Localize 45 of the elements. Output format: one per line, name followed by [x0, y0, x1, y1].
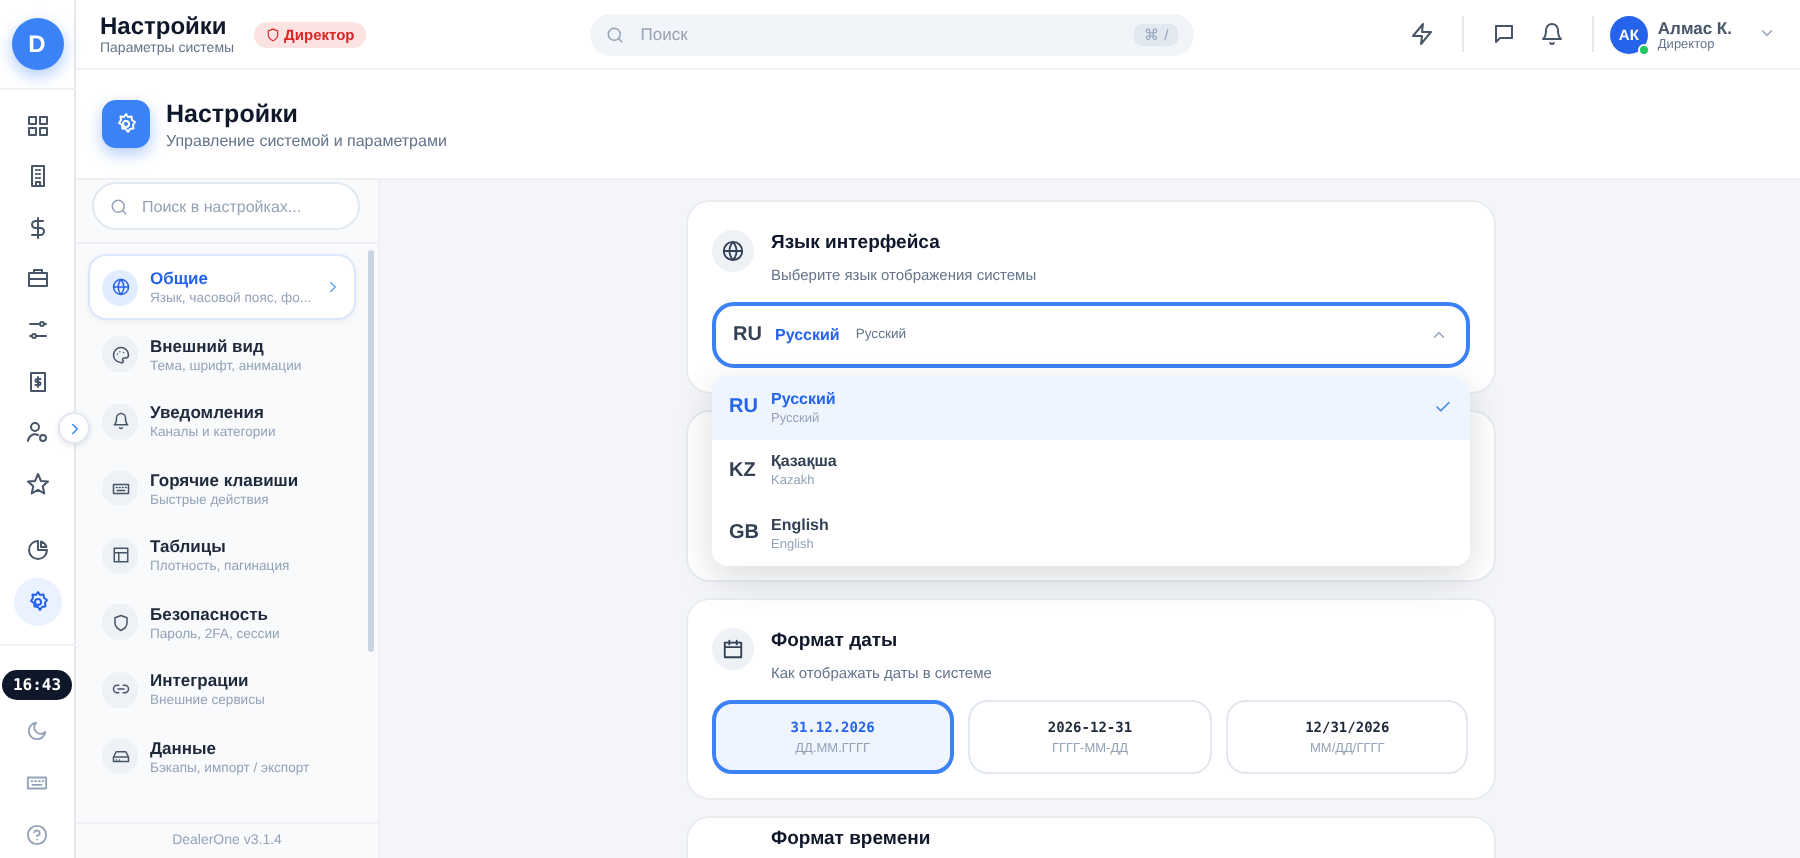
table-icon — [111, 546, 129, 564]
card-title: Формат времени — [771, 828, 933, 850]
clock-badge: 16:43 — [2, 669, 72, 700]
help-icon — [26, 823, 48, 846]
drive-icon — [111, 747, 129, 765]
chat-icon — [1491, 22, 1516, 46]
bell-icon — [111, 412, 129, 430]
calendar-icon — [721, 638, 743, 660]
sliders-icon — [25, 317, 49, 342]
card-title: Формат даты — [771, 630, 900, 652]
chevron-right-icon — [324, 278, 342, 296]
invoice-icon — [25, 369, 49, 394]
building-icon — [25, 164, 49, 189]
app-logo[interactable]: D — [11, 18, 63, 70]
card-title: Язык интерфейса — [771, 232, 942, 254]
keyboard-icon — [111, 479, 129, 497]
check-icon — [1433, 397, 1451, 416]
keyboard-icon — [26, 771, 48, 794]
dollar-icon — [25, 215, 49, 240]
settings-search-field[interactable]: Поиск в настройках... — [92, 182, 360, 230]
bell-icon — [1539, 22, 1564, 46]
settings-icon — [25, 589, 49, 614]
globe-icon — [721, 240, 743, 262]
page-title: Настройки — [166, 99, 300, 127]
users-icon — [25, 420, 49, 445]
link-icon — [111, 680, 129, 698]
chevron-down-icon — [1758, 24, 1776, 42]
settings-nav-button[interactable] — [13, 577, 61, 626]
star-icon — [25, 471, 49, 496]
search-icon — [110, 197, 128, 215]
grid-icon — [25, 113, 49, 138]
lightning-icon — [1409, 22, 1434, 46]
globe-icon — [111, 278, 129, 296]
search-icon — [606, 25, 625, 43]
palette-icon — [111, 345, 129, 363]
pie-chart-icon — [25, 538, 49, 563]
moon-icon — [26, 719, 48, 742]
shield-icon — [111, 613, 129, 631]
search-input[interactable]: Поиск — [636, 22, 1123, 46]
header-title: Настройки — [100, 12, 229, 40]
page-subtitle: Управление системой и параметрами — [166, 131, 447, 149]
shield-icon — [266, 27, 281, 41]
settings-icon — [114, 112, 138, 136]
briefcase-icon — [25, 266, 49, 291]
settings-search-input[interactable]: Поиск в настройках... — [138, 195, 342, 217]
